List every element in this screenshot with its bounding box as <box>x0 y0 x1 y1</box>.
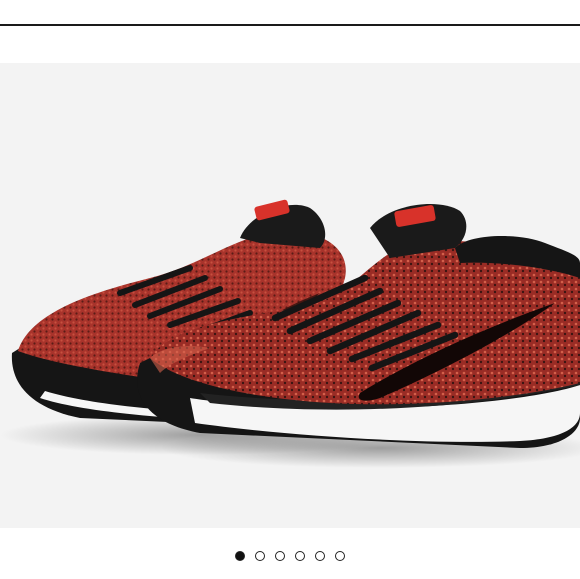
carousel-dot-2[interactable] <box>255 551 265 561</box>
carousel-dot-1[interactable] <box>235 551 245 561</box>
carousel-dot-6[interactable] <box>335 551 345 561</box>
sneaker-illustration <box>0 199 580 468</box>
photo-carousel-indicator <box>0 546 580 566</box>
carousel-dot-4[interactable] <box>295 551 305 561</box>
product-photo[interactable] <box>0 63 580 528</box>
top-header-bar <box>0 0 580 26</box>
carousel-dot-3[interactable] <box>275 551 285 561</box>
carousel-dot-5[interactable] <box>315 551 325 561</box>
